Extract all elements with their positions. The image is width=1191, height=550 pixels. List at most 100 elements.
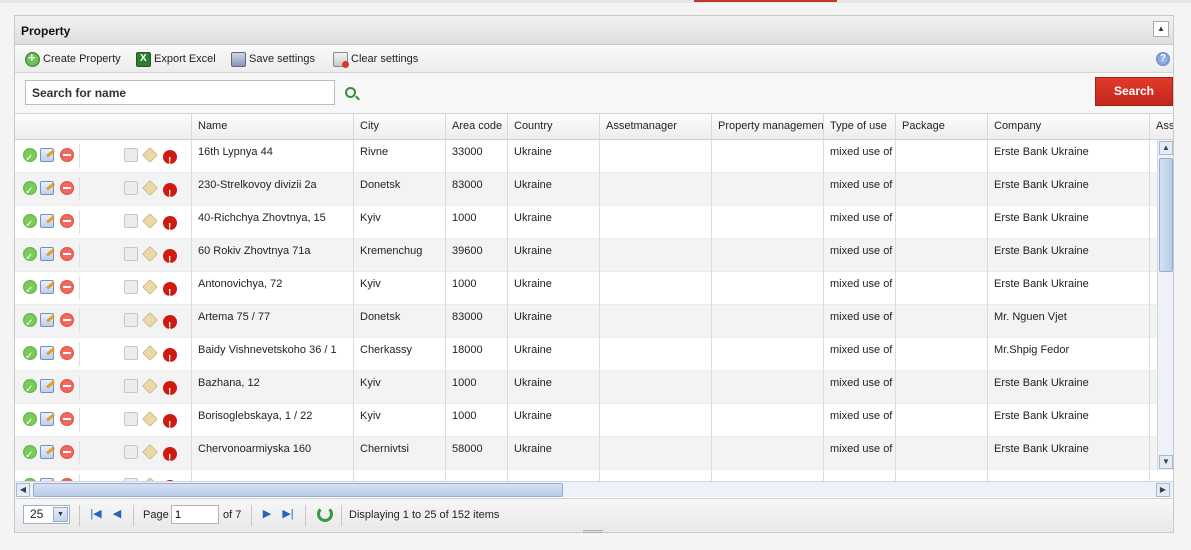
- scroll-up-icon[interactable]: ▲: [1159, 141, 1173, 155]
- save-settings-button[interactable]: Save settings: [231, 50, 315, 68]
- table-row[interactable]: 40-Richchya Zhovtnya, 15Kyiv1000Ukraine m…: [15, 206, 1157, 239]
- copy-icon[interactable]: [124, 280, 138, 294]
- resize-grip[interactable]: [583, 530, 603, 533]
- copy-icon[interactable]: [124, 313, 138, 327]
- edit-icon[interactable]: [40, 346, 54, 360]
- edit-icon[interactable]: [40, 445, 54, 459]
- table-row[interactable]: 60 Rokiv Zhovtnya 71aKremenchug39600Ukra…: [15, 239, 1157, 272]
- delete-icon[interactable]: [60, 412, 74, 426]
- copy-icon[interactable]: [124, 379, 138, 393]
- tag-icon[interactable]: [142, 411, 158, 427]
- approve-icon[interactable]: [23, 444, 37, 468]
- next-page-icon[interactable]: ▶: [261, 508, 273, 520]
- column-header-area-code[interactable]: Area code: [446, 114, 508, 140]
- table-row[interactable]: 230-Strelkovoy divizii 2aDonetsk83000Ukr…: [15, 173, 1157, 206]
- column-header-property-management[interactable]: Property management: [712, 114, 824, 140]
- approve-icon[interactable]: [23, 279, 37, 303]
- tag-icon[interactable]: [142, 312, 158, 328]
- delete-icon[interactable]: [60, 247, 74, 261]
- column-header-city[interactable]: City: [354, 114, 446, 140]
- alert-icon[interactable]: [163, 315, 177, 338]
- column-header-package[interactable]: Package: [896, 114, 988, 140]
- table-row[interactable]: Artema 75 / 77Donetsk83000Ukraine mixed u…: [15, 305, 1157, 338]
- approve-icon[interactable]: [23, 411, 37, 435]
- copy-icon[interactable]: [124, 346, 138, 360]
- approve-icon[interactable]: [23, 246, 37, 270]
- copy-icon[interactable]: [124, 412, 138, 426]
- delete-icon[interactable]: [60, 148, 74, 162]
- copy-icon[interactable]: [124, 445, 138, 459]
- page-number-input[interactable]: [171, 505, 219, 524]
- column-header-ass[interactable]: Ass: [1150, 114, 1173, 140]
- copy-icon[interactable]: [124, 181, 138, 195]
- chevron-down-icon[interactable]: ▼: [53, 507, 68, 522]
- column-header-type-of-use[interactable]: Type of use: [824, 114, 896, 140]
- column-header-country[interactable]: Country: [508, 114, 600, 140]
- edit-icon[interactable]: [40, 181, 54, 195]
- tag-icon[interactable]: [142, 180, 158, 196]
- magnify-icon[interactable]: [345, 87, 356, 98]
- edit-icon[interactable]: [40, 379, 54, 393]
- edit-icon[interactable]: [40, 313, 54, 327]
- approve-icon[interactable]: [23, 312, 37, 336]
- delete-icon[interactable]: [60, 313, 74, 327]
- create-property-button[interactable]: Create Property: [25, 50, 121, 68]
- scroll-down-icon[interactable]: ▼: [1159, 455, 1173, 469]
- approve-icon[interactable]: [23, 378, 37, 402]
- alert-icon[interactable]: [163, 381, 177, 404]
- clear-settings-button[interactable]: Clear settings: [333, 50, 418, 68]
- collapse-button[interactable]: ▲: [1153, 21, 1169, 37]
- tag-icon[interactable]: [142, 246, 158, 262]
- delete-icon[interactable]: [60, 379, 74, 393]
- copy-icon[interactable]: [124, 214, 138, 228]
- alert-icon[interactable]: [163, 183, 177, 206]
- column-header-company[interactable]: Company: [988, 114, 1150, 140]
- table-row[interactable]: Baidy Vishnevetskoho 36 / 1Cherkassy1800…: [15, 338, 1157, 371]
- approve-icon[interactable]: [23, 213, 37, 237]
- search-button[interactable]: Search: [1095, 77, 1173, 106]
- scroll-right-icon[interactable]: ▶: [1156, 483, 1170, 497]
- copy-icon[interactable]: [124, 247, 138, 261]
- first-page-icon[interactable]: |◀: [90, 508, 102, 520]
- vertical-scroll-thumb[interactable]: [1159, 158, 1173, 272]
- table-row[interactable]: Bazhana, 12Kyiv1000Ukraine mixed use of Er…: [15, 371, 1157, 404]
- tag-icon[interactable]: [142, 147, 158, 163]
- horizontal-scrollbar[interactable]: ◀ ▶: [15, 481, 1173, 497]
- tag-icon[interactable]: [142, 444, 158, 460]
- tag-icon[interactable]: [142, 345, 158, 361]
- scroll-left-icon[interactable]: ◀: [16, 483, 30, 497]
- delete-icon[interactable]: [60, 214, 74, 228]
- refresh-icon[interactable]: [317, 506, 333, 522]
- table-row[interactable]: 16th Lypnya 44Rivne33000Ukraine mixed use…: [15, 140, 1157, 173]
- delete-icon[interactable]: [60, 445, 74, 459]
- alert-icon[interactable]: [163, 414, 177, 437]
- last-page-icon[interactable]: ▶|: [282, 508, 294, 520]
- edit-icon[interactable]: [40, 214, 54, 228]
- edit-icon[interactable]: [40, 247, 54, 261]
- alert-icon[interactable]: [163, 348, 177, 371]
- tag-icon[interactable]: [142, 279, 158, 295]
- alert-icon[interactable]: [163, 150, 177, 173]
- delete-icon[interactable]: [60, 346, 74, 360]
- column-header-assetmanager[interactable]: Assetmanager: [600, 114, 712, 140]
- alert-icon[interactable]: [163, 249, 177, 272]
- alert-icon[interactable]: [163, 447, 177, 470]
- tag-icon[interactable]: [142, 378, 158, 394]
- help-icon[interactable]: ?: [1156, 52, 1170, 66]
- previous-page-icon[interactable]: ◀: [111, 508, 123, 520]
- horizontal-scroll-thumb[interactable]: [33, 483, 563, 497]
- search-input[interactable]: [25, 80, 335, 105]
- vertical-scrollbar[interactable]: ▲ ▼: [1157, 140, 1173, 470]
- delete-icon[interactable]: [60, 181, 74, 195]
- table-row[interactable]: Borisoglebskaya, 1 / 22Kyiv1000Ukraine mi…: [15, 404, 1157, 437]
- copy-icon[interactable]: [124, 148, 138, 162]
- approve-icon[interactable]: [23, 147, 37, 171]
- table-row[interactable]: Antonovichya, 72Kyiv1000Ukraine mixed use…: [15, 272, 1157, 305]
- column-header-name[interactable]: Name: [192, 114, 354, 140]
- approve-icon[interactable]: [23, 345, 37, 369]
- alert-icon[interactable]: [163, 216, 177, 239]
- delete-icon[interactable]: [60, 280, 74, 294]
- approve-icon[interactable]: [23, 180, 37, 204]
- edit-icon[interactable]: [40, 412, 54, 426]
- table-row[interactable]: Chervonoarmiyska 160Chernivtsi58000Ukrai…: [15, 437, 1157, 470]
